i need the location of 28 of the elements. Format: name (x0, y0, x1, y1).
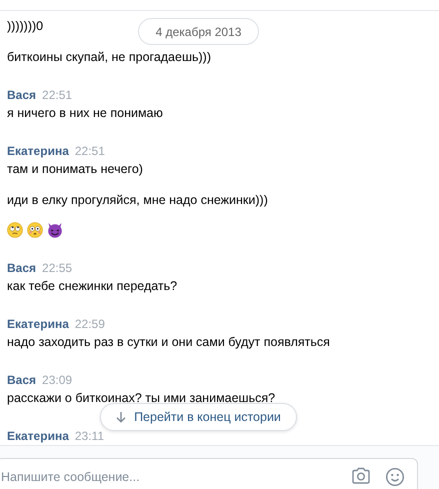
message-text: там и понимать нечего) (7, 161, 143, 178)
message-text: биткоины скупай, не прогадаешь))) (7, 49, 211, 66)
rolling-eyes-face-icon (7, 222, 23, 238)
message-text: я ничего в них не понимаю (7, 105, 163, 122)
message-text: )))))))0 (7, 18, 44, 35)
author-name[interactable]: Вася (7, 371, 36, 389)
smiley-icon[interactable] (385, 467, 405, 487)
down-arrow-icon (116, 411, 126, 423)
author-name[interactable]: Вася (7, 259, 36, 277)
message-time: 23:09 (42, 372, 72, 389)
message-text: иди в елку прогуляйся, мне надо снежинки))) (7, 192, 268, 209)
message-time: 22:51 (74, 143, 105, 160)
author-name[interactable]: Вася (7, 86, 36, 104)
author-name[interactable]: Екатерина (7, 315, 69, 333)
camera-icon[interactable] (351, 467, 371, 485)
date-badge: 4 декабря 2013 (138, 18, 259, 45)
message-text: надо заходить раз в сутки и они сами будут появляться (7, 334, 330, 351)
flushed-face-icon (27, 222, 43, 238)
message-time: 22:59 (74, 316, 105, 333)
message-input-field[interactable]: Напишите сообщение... (0, 458, 418, 489)
message-time: 23:11 (74, 428, 104, 445)
message-time: 22:55 (42, 260, 72, 277)
devil-face-icon (47, 222, 63, 238)
author-name[interactable]: Екатерина (7, 427, 69, 445)
author-name[interactable]: Екатерина (7, 142, 69, 160)
message-time: 22:51 (42, 87, 72, 104)
message-text: как тебе снежинки передать? (7, 278, 178, 295)
jump-to-end-button[interactable]: Перейти в конец истории (100, 403, 297, 431)
